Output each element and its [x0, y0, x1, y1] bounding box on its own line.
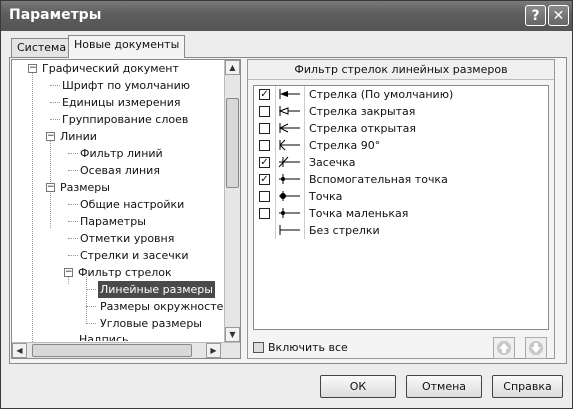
checkbox-small-dot[interactable]: [259, 208, 270, 219]
scroll-up-icon[interactable]: ▲: [225, 60, 240, 75]
enable-all-box[interactable]: [253, 342, 264, 353]
checkbox-arrow-90[interactable]: [259, 140, 270, 151]
list-item[interactable]: ✓ Стрелка (По умолчанию): [254, 86, 548, 103]
arrow-filled-icon: [279, 89, 300, 99]
tree-horizontal-scrollbar[interactable]: ◀ ▶: [12, 342, 240, 358]
parameters-dialog: Параметры ? ✕ Система Новые документы − …: [0, 0, 573, 409]
cancel-button[interactable]: Отмена: [406, 375, 482, 398]
list-item[interactable]: Без стрелки: [254, 222, 548, 239]
tab-system[interactable]: Система: [11, 38, 73, 58]
checkbox-aux-dot[interactable]: ✓: [259, 174, 270, 185]
tree-vertical-scrollbar[interactable]: ▲ ▼: [224, 60, 240, 342]
enable-all-label: Включить все: [268, 341, 348, 354]
list-item[interactable]: Точка маленькая: [254, 205, 548, 222]
checkbox-dot[interactable]: [259, 191, 270, 202]
help-button[interactable]: Справка: [492, 375, 563, 398]
aux-dot-icon: [279, 174, 300, 184]
window-title: Параметры: [9, 7, 102, 23]
no-arrow-icon: [279, 225, 300, 235]
settings-tree[interactable]: − Графический документ Шрифт по умолчани…: [11, 59, 241, 359]
list-item[interactable]: Стрелка закрытая: [254, 103, 548, 120]
arrow-90-icon: [279, 139, 300, 151]
title-bar[interactable]: Параметры ? ✕: [1, 1, 572, 31]
checkbox-open-arrow[interactable]: [259, 123, 270, 134]
move-up-button[interactable]: [493, 337, 515, 359]
list-item[interactable]: ✓ Засечка: [254, 154, 548, 171]
checkbox-closed-arrow[interactable]: [259, 106, 270, 117]
scroll-left-icon[interactable]: ◀: [12, 343, 27, 358]
list-item[interactable]: Стрелка 90°: [254, 137, 548, 154]
tick-icon: [279, 156, 300, 168]
arrow-filter-list[interactable]: ✓ Стрелка (По умолчанию) Стрелка закрыта…: [253, 85, 549, 330]
dot-icon: [279, 191, 300, 201]
scroll-right-icon[interactable]: ▶: [206, 343, 221, 358]
ok-button[interactable]: ОК: [320, 375, 396, 398]
list-item[interactable]: Стрелка открытая: [254, 120, 548, 137]
tab-new-documents[interactable]: Новые документы: [68, 35, 186, 58]
arrow-closed-icon: [279, 106, 300, 116]
list-item[interactable]: Точка: [254, 188, 548, 205]
scroll-thumb[interactable]: [32, 344, 192, 357]
checkbox-filled-arrow[interactable]: ✓: [259, 89, 270, 100]
move-down-button[interactable]: [525, 337, 547, 359]
arrow-down-icon: [529, 341, 543, 355]
collapse-icon[interactable]: −: [28, 64, 37, 73]
scroll-down-icon[interactable]: ▼: [225, 327, 240, 342]
arrow-up-icon: [497, 341, 511, 355]
arrow-filter-title: Фильтр стрелок линейных размеров: [248, 60, 554, 80]
list-item[interactable]: ✓ Вспомогательная точка: [254, 171, 548, 188]
small-dot-icon: [279, 208, 300, 218]
collapse-icon[interactable]: −: [46, 132, 55, 141]
checkbox-tick[interactable]: ✓: [259, 157, 270, 168]
help-title-button[interactable]: ?: [525, 5, 546, 26]
scroll-thumb[interactable]: [226, 98, 239, 188]
collapse-icon[interactable]: −: [46, 183, 55, 192]
collapse-icon[interactable]: −: [64, 268, 73, 277]
close-button[interactable]: ✕: [548, 5, 569, 26]
arrow-open-icon: [279, 123, 300, 133]
